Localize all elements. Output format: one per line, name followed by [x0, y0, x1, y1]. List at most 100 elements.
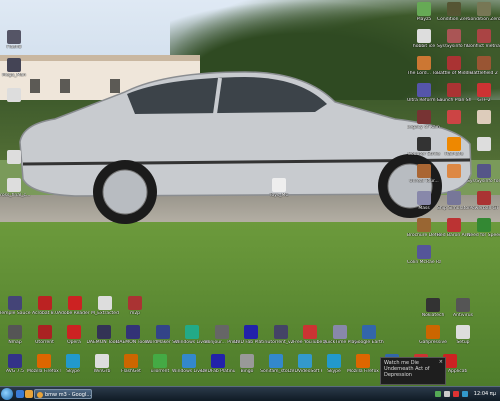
desktop-icon[interactable]: Conflict Vietnam	[467, 29, 500, 49]
desktop-icon[interactable]: hobbit ice	[407, 29, 441, 49]
browser-icon	[37, 392, 43, 398]
taskbar-button-label: bmw m3 - Googl...	[45, 392, 92, 398]
desktop-icon[interactable]: Powerball GT	[467, 191, 500, 211]
game-icon	[417, 218, 431, 232]
show-desktop-icon[interactable]	[16, 390, 24, 398]
desktop-icon-label: cross_final_c...	[0, 193, 31, 198]
desktop-icon[interactable]: GTF-2	[467, 83, 500, 103]
taskbar-clock[interactable]: 12:04 πμ	[474, 391, 496, 397]
app-icon	[7, 30, 21, 44]
desktop-icon-label: Antivirus	[453, 313, 473, 318]
desktop-icon-label: Battle of Middle	[437, 71, 471, 76]
desktop-icon[interactable]: Condition Zero Deleted Sce...	[437, 2, 471, 22]
desktop-icon-label: Setup	[456, 340, 470, 345]
app-icon	[37, 325, 52, 339]
game-icon	[417, 2, 431, 16]
desktop-icon[interactable]: Colin McRae Rally 2005	[407, 245, 441, 265]
desktop-icon[interactable]: Adobe Reader 7.0	[58, 296, 92, 316]
desktop-icon-label: Half-Life	[444, 152, 464, 157]
app-icon	[244, 325, 258, 339]
desktop-icon[interactable]	[0, 88, 31, 103]
start-button[interactable]	[1, 388, 13, 400]
taskbar-button-browser[interactable]: bmw m3 - Googl...	[34, 389, 92, 399]
file-icon	[7, 88, 21, 102]
app-icon	[298, 354, 312, 368]
game-icon	[417, 137, 431, 151]
desktop-icon-label: Adobe Reader 7.0	[58, 311, 92, 316]
desktop-icon-label: Battlefield 2	[470, 71, 498, 76]
desktop-icon[interactable]: Sys\Sysinfo for BF...	[467, 164, 500, 184]
app-icon	[128, 296, 142, 310]
app-icon	[269, 354, 283, 368]
game-icon	[477, 191, 491, 205]
app-icon	[37, 354, 51, 368]
desktop-icon[interactable]: Battle of Middle	[437, 56, 471, 76]
app-icon	[38, 296, 52, 310]
browser-quicklaunch-icon[interactable]	[25, 390, 33, 398]
desktop-icon-label: Sys\Sysinfo for BF-PS	[437, 44, 471, 49]
desktop-icon[interactable]: Flash8	[0, 30, 31, 50]
game-icon	[417, 245, 431, 259]
desktop-icon-label: Ultra Reform Sonic...	[407, 98, 441, 103]
desktop-icon[interactable]: Gahpressive	[416, 325, 450, 345]
desktop-icon[interactable]: cross_final_c...	[0, 178, 31, 198]
desktop-icon[interactable]: Playz5	[407, 2, 441, 22]
app-icon	[96, 325, 111, 339]
desktop-icon[interactable]: Unreal Tour...	[407, 164, 441, 184]
desktop-icon[interactable]: Toys_MC	[262, 178, 296, 198]
desktop-icon[interactable]: Counter Strike	[407, 137, 441, 157]
app-icon	[426, 325, 440, 339]
desktop-icon-label: Counter Strike	[407, 152, 441, 157]
desktop-icon[interactable]: Half-Life	[437, 137, 471, 157]
desktop-icon-label: Legacy of Kain Soul Reaver	[407, 125, 441, 130]
desktop-icon-label: Brochure Defector	[407, 233, 441, 238]
desktop-icon[interactable]: The Lord... Tol...	[407, 56, 441, 76]
desktop-icon-label: m2p	[129, 311, 141, 316]
desktop-icon-label: Nokiatech	[421, 313, 445, 318]
tray-network-icon[interactable]	[434, 391, 441, 397]
desktop-icon[interactable]: Red Baron Arcade	[437, 218, 471, 238]
app-icon	[273, 325, 288, 339]
desktop-icon-label: Condition Zero Deleted Sce...	[437, 17, 471, 22]
media-notification-popup[interactable]: × Watch me Die Underneath Act of Depress…	[380, 357, 446, 385]
desktop-icon[interactable]	[467, 137, 500, 152]
desktop-icon[interactable]	[0, 150, 31, 165]
tray-volume-icon[interactable]	[443, 391, 450, 397]
app-icon	[332, 325, 347, 339]
app-icon	[426, 298, 440, 312]
desktop-icon[interactable]: Battlefield 2	[467, 56, 500, 76]
game-icon	[477, 137, 491, 151]
desktop-icon[interactable]: Ultra Reform Sonic...	[407, 83, 441, 103]
desktop-icon[interactable]: Launch Plan Shoot Ultimate	[437, 83, 471, 103]
game-icon	[417, 110, 431, 124]
desktop-icon[interactable]: Antivirus	[446, 298, 480, 318]
tray-antivirus-icon[interactable]	[452, 391, 459, 397]
desktop-icon-label: M_Extracted	[91, 311, 119, 316]
desktop-icon[interactable]	[437, 110, 471, 125]
app-icon	[362, 325, 376, 339]
game-icon	[417, 83, 431, 97]
desktop-icon[interactable]: Acrobat 8.0	[28, 296, 62, 316]
app-icon	[211, 354, 225, 368]
desktop-icon[interactable]: Condition Zero	[467, 2, 500, 22]
game-icon	[477, 2, 491, 16]
desktop-icon[interactable]: Ship Simulator 2008 Demo	[437, 191, 471, 211]
desktop-icon[interactable]: Sys\Sysinfo for BF-PS	[437, 29, 471, 49]
tray-messenger-icon[interactable]	[461, 391, 468, 397]
desktop-icon[interactable]: Mega_Man	[0, 58, 31, 78]
desktop-icon[interactable]	[437, 164, 471, 179]
desktop-icon[interactable]: M_Extracted	[88, 296, 122, 316]
desktop-icon[interactable]: Mass	[407, 191, 441, 211]
desktop-icon[interactable]: Need for Speed	[467, 218, 500, 238]
desktop-icon-label: Powerball GT	[469, 206, 499, 211]
desktop-icon[interactable]: Nokiatech	[416, 298, 450, 318]
desktop-icon[interactable]: Brochure Defector	[407, 218, 441, 238]
game-icon	[447, 83, 461, 97]
desktop-icon[interactable]: Legacy of Kain Soul Reaver	[407, 110, 441, 130]
desktop-icon[interactable]	[467, 110, 500, 125]
desktop-icon[interactable]: m2p	[118, 296, 152, 316]
desktop-icon[interactable]: Google Earth	[352, 325, 386, 345]
app-icon	[456, 325, 470, 339]
desktop-icon[interactable]: Setup	[446, 325, 480, 345]
close-icon[interactable]: ×	[439, 359, 443, 365]
